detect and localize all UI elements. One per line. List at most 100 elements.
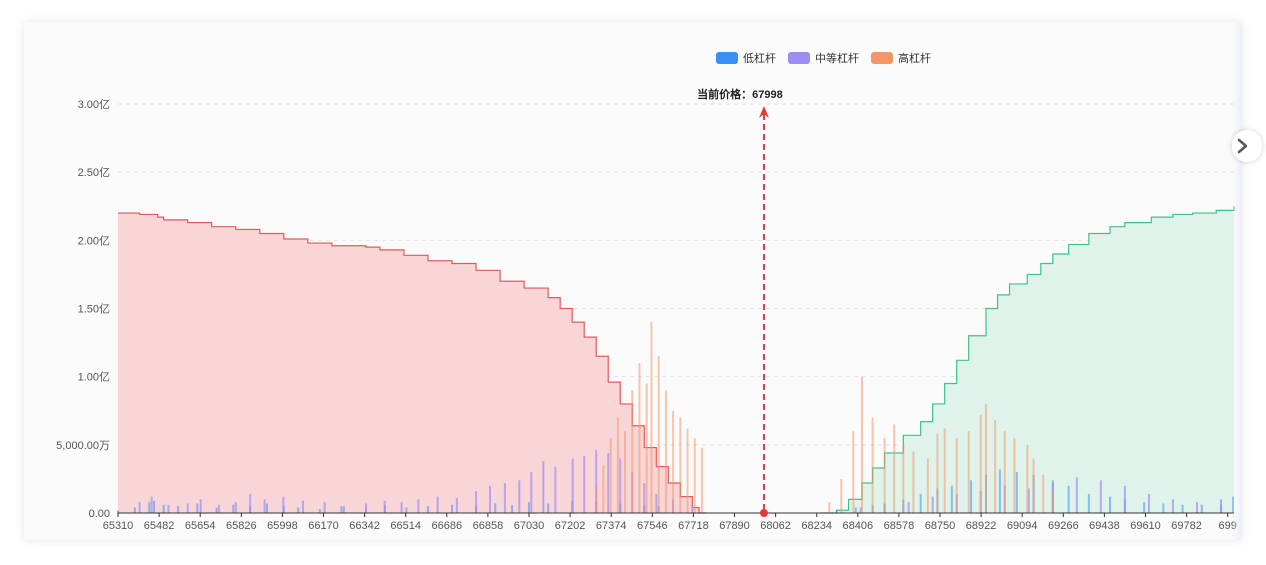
bar-low — [1087, 493, 1090, 513]
bar-medium — [542, 461, 545, 513]
bar-medium — [282, 496, 285, 513]
x-tick-label: 68922 — [966, 520, 997, 532]
x-tick-label: 69266 — [1048, 520, 1079, 532]
x-tick-label: 69094 — [1007, 520, 1038, 532]
bar-medium — [607, 453, 610, 513]
bar-high — [1013, 438, 1016, 513]
x-tick-label: 66342 — [349, 520, 380, 532]
bar-high — [631, 390, 634, 513]
bar-medium — [1147, 493, 1150, 513]
bar-high — [1032, 458, 1035, 513]
bar-medium — [931, 496, 934, 513]
bar-low — [1143, 502, 1146, 513]
bar-medium — [475, 491, 478, 513]
bar-low — [318, 508, 321, 513]
bar-high — [852, 431, 855, 513]
bar-high — [883, 438, 886, 513]
x-tick-label: 66170 — [308, 520, 339, 532]
bar-medium — [383, 500, 386, 513]
bar-medium — [1123, 485, 1126, 513]
bar-low — [162, 504, 165, 513]
bar-medium — [489, 485, 491, 513]
bar-low — [1015, 472, 1018, 513]
bar-high — [645, 383, 648, 513]
bar-low — [265, 503, 268, 513]
bar-high — [657, 356, 660, 513]
bar-high — [994, 420, 997, 513]
y-tick-label: 1.50亿 — [78, 303, 110, 316]
x-tick-label: 69782 — [1171, 520, 1202, 532]
bar-medium — [1075, 477, 1078, 513]
bar-medium — [249, 493, 252, 513]
bar-high — [624, 431, 627, 513]
bar-high — [861, 376, 863, 513]
bar-low — [1162, 503, 1165, 513]
x-tick-label: 67202 — [555, 520, 586, 532]
legend-item-low[interactable]: 低杠杆 — [716, 50, 776, 66]
bar-medium — [167, 504, 170, 513]
legend: 低杠杆 中等杠杆 高杠杆 — [716, 50, 931, 66]
bar-medium — [342, 506, 345, 513]
legend-item-high[interactable]: 高杠杆 — [871, 50, 931, 66]
bar-medium — [1195, 502, 1198, 513]
bar-medium — [554, 466, 557, 513]
bar-high — [967, 431, 970, 513]
bar-medium — [583, 455, 586, 513]
bar-low — [232, 504, 235, 513]
scroll-right-button[interactable] — [1232, 130, 1262, 162]
bar-high — [616, 417, 619, 513]
bar-medium — [619, 458, 622, 513]
bar-high — [943, 428, 946, 513]
bar-medium — [571, 458, 574, 513]
bar-high — [686, 428, 689, 513]
bar-medium — [503, 483, 506, 513]
bar-medium — [1171, 499, 1174, 513]
x-tick-label: 69438 — [1089, 520, 1120, 532]
x-tick-label: 67890 — [719, 520, 750, 532]
bar-medium — [643, 483, 646, 513]
y-tick-label: 2.50亿 — [78, 166, 110, 179]
bar-high — [840, 478, 843, 513]
chart-canvas: 0.00 5,000.00万 1.00亿 1.50亿 2.00亿 2.50亿 3.00亿 65… — [56, 87, 1237, 532]
y-tick-label: 3.00亿 — [78, 98, 110, 111]
bar-low — [451, 504, 454, 513]
x-tick-label: 65482 — [144, 520, 175, 532]
bar-high — [609, 438, 612, 513]
y-tick-label: 1.00亿 — [78, 371, 110, 384]
bar-medium — [234, 502, 237, 513]
x-tick-label: 69610 — [1130, 520, 1161, 532]
current-price-marker: 当前价格：67998 — [697, 87, 783, 517]
x-tick-label: 67718 — [678, 520, 709, 532]
current-price-label: 当前价格：67998 — [697, 87, 783, 101]
bar-low — [970, 480, 973, 513]
bar-medium — [150, 496, 153, 513]
bar-low — [1109, 496, 1111, 513]
bar-low — [133, 507, 136, 513]
bar-high — [638, 363, 641, 513]
bar-high — [1051, 492, 1054, 513]
bar-high — [650, 322, 653, 513]
bar-medium — [655, 493, 658, 513]
bar-low — [196, 503, 199, 513]
x-tick-label: 68578 — [884, 520, 915, 532]
bar-high — [602, 465, 605, 513]
bar-medium — [436, 496, 439, 513]
bar-medium — [365, 503, 367, 513]
bar-medium — [518, 480, 521, 513]
x-tick-label: 68406 — [843, 520, 874, 532]
bar-high — [664, 390, 667, 513]
bar-medium — [263, 499, 266, 513]
bar-medium — [455, 498, 458, 513]
y-tick-label: 2.00亿 — [78, 234, 110, 247]
bar-low — [297, 507, 300, 513]
bar-low — [950, 485, 953, 513]
legend-label-medium: 中等杠杆 — [815, 53, 859, 65]
legend-swatch-high — [871, 52, 893, 64]
bar-medium — [691, 504, 694, 513]
x-tick-label: 65310 — [103, 520, 134, 532]
bar-high — [985, 403, 987, 513]
bar-low — [494, 503, 497, 513]
bar-medium — [1220, 504, 1223, 513]
legend-item-medium[interactable]: 中等杠杆 — [788, 50, 859, 66]
bar-high — [893, 424, 896, 513]
